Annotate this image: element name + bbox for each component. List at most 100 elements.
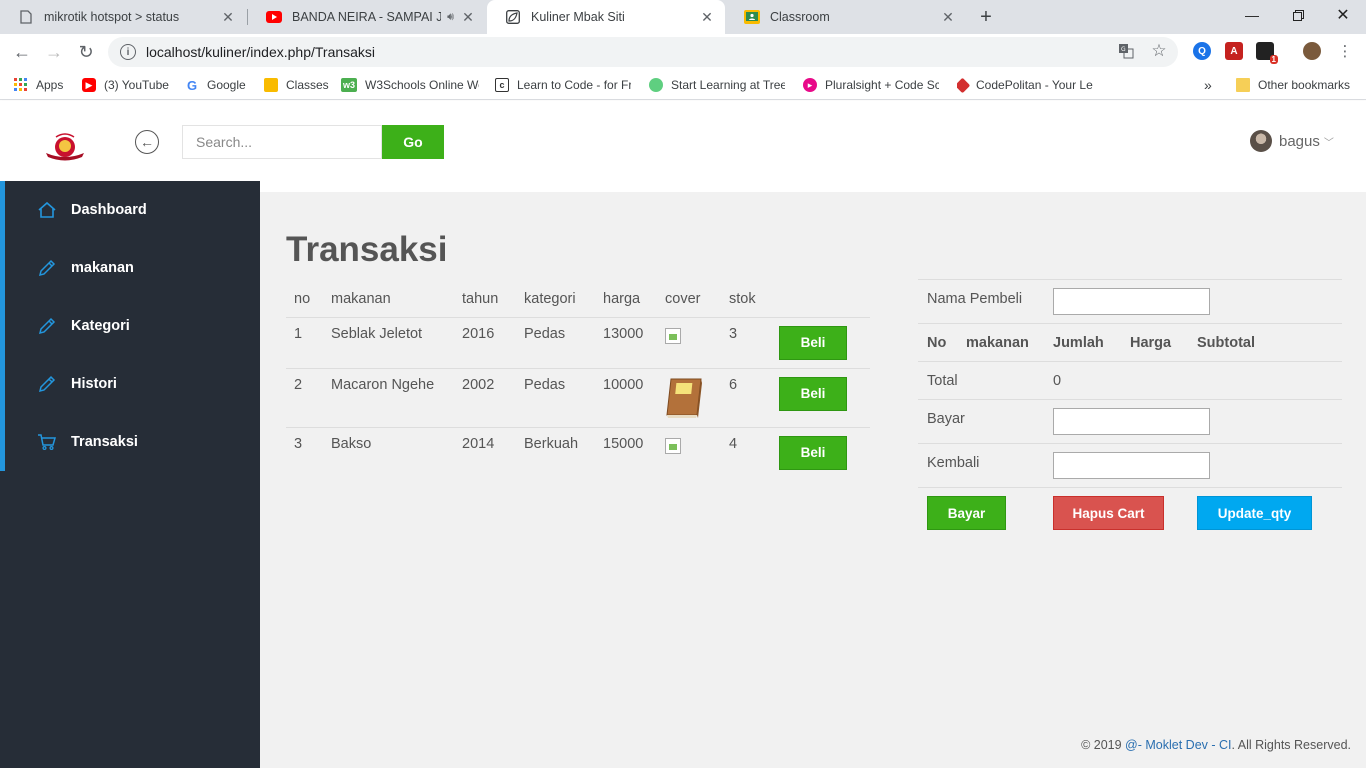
browser-tab[interactable]: BANDA NEIRA - SAMPAI JADI DEBU 🔊︎ ✕	[248, 0, 486, 34]
speaker-icon[interactable]: 🔊︎	[447, 11, 454, 24]
cart-panel: Nama Pembeli No makanan Jumlah Harga Sub…	[918, 279, 1342, 537]
user-menu[interactable]: bagus ﹀	[1250, 130, 1334, 152]
sidebar-item-label: Transaksi	[71, 434, 138, 450]
cart-row-bayar: Bayar	[918, 399, 1342, 443]
column-header: cover	[657, 282, 721, 318]
bookmark-label: Other bookmarks	[1258, 78, 1351, 92]
bookmark-label: Learn to Code - for Free	[517, 78, 631, 92]
google-icon: G	[186, 77, 198, 93]
column-header: no	[286, 282, 323, 318]
beli-button[interactable]: Beli	[779, 376, 847, 411]
cell-cover	[657, 427, 721, 478]
bookmark-codepolitan[interactable]: CodePolitan - Your Learning	[957, 76, 1093, 94]
bookmark-label: Start Learning at Treehouse	[671, 78, 785, 92]
bookmark-label: (3) YouTube	[104, 78, 169, 92]
update-qty-button[interactable]: Update_qty	[1197, 496, 1312, 530]
footer-link[interactable]: @- Moklet Dev - CI	[1125, 738, 1231, 752]
pencil-icon	[37, 316, 57, 336]
beli-button[interactable]: Beli	[779, 325, 847, 360]
sidebar-item-makanan[interactable]: makanan	[0, 239, 260, 297]
total-label: Total	[927, 373, 958, 389]
chevron-down-icon: ﹀	[1323, 137, 1334, 149]
sidebar-item-label: makanan	[71, 260, 134, 276]
footer-copyright: © 2019	[1081, 738, 1126, 752]
kembali-input[interactable]	[1053, 452, 1210, 479]
cell-harga: 13000	[595, 317, 657, 369]
tab-title: BANDA NEIRA - SAMPAI JADI DEBU	[292, 10, 442, 24]
sidebar: Dashboard makanan Kategori Histori Trans…	[0, 181, 260, 768]
beli-button[interactable]: Beli	[779, 435, 847, 470]
star-icon[interactable]: ☆	[1149, 41, 1169, 61]
bookmark-learn-to-code[interactable]: c Learn to Code - for Free	[495, 76, 631, 94]
browser-tab-active[interactable]: Kuliner Mbak Siti ✕	[487, 0, 725, 34]
close-icon[interactable]: ✕	[940, 9, 956, 26]
bookmark-google[interactable]: G Google	[185, 76, 246, 94]
table-row: 3 Bakso 2014 Berkuah 15000 4 Beli	[286, 427, 870, 478]
new-tab-button[interactable]: +	[972, 4, 1000, 30]
avatar	[1250, 130, 1272, 152]
bookmark-apps[interactable]: Apps	[14, 76, 63, 94]
close-icon[interactable]: ✕	[220, 9, 236, 26]
leaf-icon	[505, 9, 521, 25]
cell-makanan: Macaron Ngehe	[323, 368, 454, 428]
forward-arrow-icon[interactable]: →	[42, 40, 66, 64]
brand-logo[interactable]	[44, 131, 86, 161]
bookmark-youtube[interactable]: ▶ (3) YouTube	[82, 76, 169, 94]
cart-row-total: Total 0	[918, 361, 1342, 399]
bayar-input[interactable]	[1053, 408, 1210, 435]
back-arrow-icon[interactable]: ←	[10, 40, 34, 64]
cell-no: 3	[294, 435, 303, 452]
sidebar-item-transaksi[interactable]: Transaksi	[0, 413, 260, 471]
bayar-button[interactable]: Bayar	[927, 496, 1006, 530]
go-button[interactable]: Go	[382, 125, 444, 159]
bookmark-label: Google	[207, 78, 246, 92]
close-icon[interactable]: ✕	[460, 9, 476, 26]
cell-cover	[657, 368, 721, 428]
cell-harga: 15000	[603, 435, 644, 452]
menu-dots-icon[interactable]: ⋮	[1335, 41, 1355, 61]
bookmark-treehouse[interactable]: Start Learning at Treehouse	[649, 76, 785, 94]
more-bookmarks-button[interactable]: »	[1204, 76, 1212, 94]
window-close-icon[interactable]: ✕	[1320, 0, 1366, 30]
bookmark-w3schools[interactable]: w3 W3Schools Online Web Tutorials	[341, 76, 479, 94]
cart-column-header: Harga	[1130, 335, 1172, 351]
sidebar-item-label: Dashboard	[71, 202, 147, 218]
tab-title: mikrotik hotspot > status	[44, 10, 180, 24]
classroom-icon	[264, 78, 278, 92]
browser-toolbar: ← → ↻ i localhost/kuliner/index.php/Tran…	[0, 34, 1366, 70]
browser-tab[interactable]: mikrotik hotspot > status ✕	[0, 0, 246, 34]
table-row: 2 Macaron Ngehe 2002 Pedas 10000 6 Beli	[286, 368, 870, 428]
reload-icon[interactable]: ↻	[74, 40, 98, 64]
extension-icon[interactable]: 1	[1256, 42, 1278, 64]
bookmark-label: Apps	[36, 78, 64, 92]
profile-avatar[interactable]	[1303, 42, 1321, 60]
restore-icon[interactable]	[1275, 0, 1321, 30]
bookmark-pluralsight[interactable]: ▸ Pluralsight + Code School	[803, 76, 939, 94]
bookmark-classes[interactable]: Classes	[264, 76, 329, 94]
kembali-label: Kembali	[927, 455, 980, 471]
translate-icon[interactable]: G	[1116, 41, 1136, 61]
back-circle-icon[interactable]: ←	[135, 130, 159, 154]
footer-suffix: . All Rights Reserved.	[1231, 738, 1352, 752]
search-input[interactable]	[182, 125, 382, 159]
cart-column-header: Jumlah	[1053, 335, 1104, 351]
table-header-row: no makanan tahun kategori harga cover st…	[286, 282, 870, 318]
cart-column-header: Subtotal	[1197, 335, 1255, 351]
sidebar-item-kategori[interactable]: Kategori	[0, 297, 260, 355]
search-extension-icon[interactable]: Q	[1193, 42, 1211, 60]
sidebar-item-histori[interactable]: Histori	[0, 355, 260, 413]
cell-stok: 4	[729, 435, 738, 452]
youtube-icon	[266, 9, 282, 25]
other-bookmarks-folder[interactable]: Other bookmarks	[1236, 76, 1350, 94]
address-bar[interactable]: i localhost/kuliner/index.php/Transaksi	[108, 37, 1178, 67]
pdf-extension-icon[interactable]: A	[1225, 42, 1243, 60]
classroom-icon	[744, 9, 760, 25]
sidebar-item-dashboard[interactable]: Dashboard	[0, 181, 260, 239]
close-icon[interactable]: ✕	[699, 9, 715, 26]
hapus-cart-button[interactable]: Hapus Cart	[1053, 496, 1164, 530]
bookmark-label: W3Schools Online Web Tutorials	[365, 78, 479, 92]
browser-tab[interactable]: Classroom ✕	[726, 0, 966, 34]
info-icon[interactable]: i	[120, 44, 136, 60]
minimize-icon[interactable]: —	[1229, 0, 1275, 30]
nama-pembeli-input[interactable]	[1053, 288, 1210, 315]
